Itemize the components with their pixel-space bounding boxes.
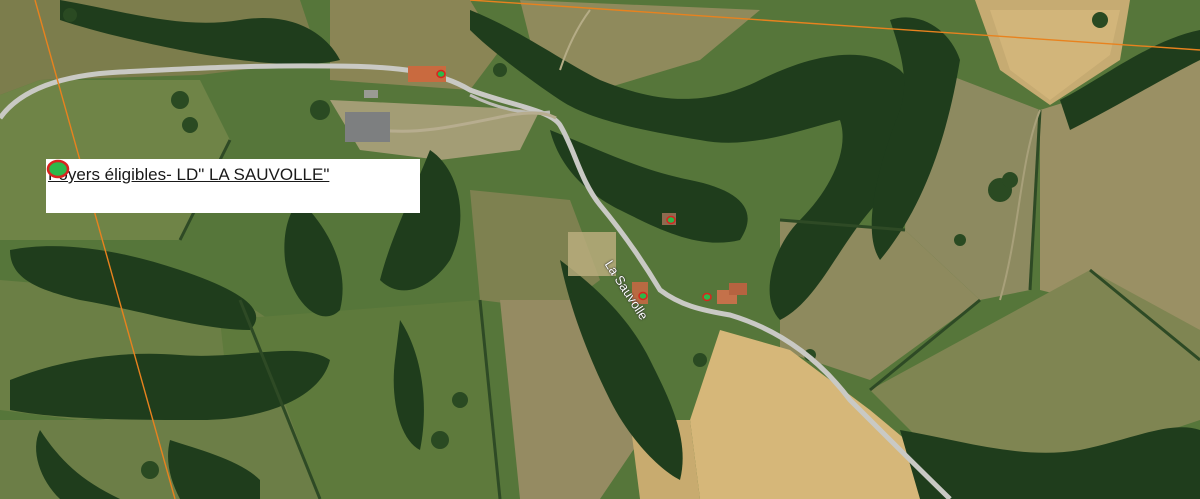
satellite-map[interactable]: La Sauvolle Foyers éligibles- LD" LA SAU… [0, 0, 1200, 499]
eligible-household-marker[interactable] [436, 69, 446, 79]
eligible-household-marker[interactable] [666, 215, 676, 225]
farm-shed [364, 90, 378, 98]
barn-building [345, 112, 390, 142]
house-roof [729, 283, 747, 295]
legend-box: Foyers éligibles- LD" LA SAUVOLLE" [46, 159, 420, 213]
map-imagery [0, 0, 1200, 499]
eligible-household-marker[interactable] [702, 292, 712, 302]
legend-label: Foyers éligibles- LD" LA SAUVOLLE" [48, 165, 330, 184]
eligible-marker-icon [46, 159, 70, 179]
